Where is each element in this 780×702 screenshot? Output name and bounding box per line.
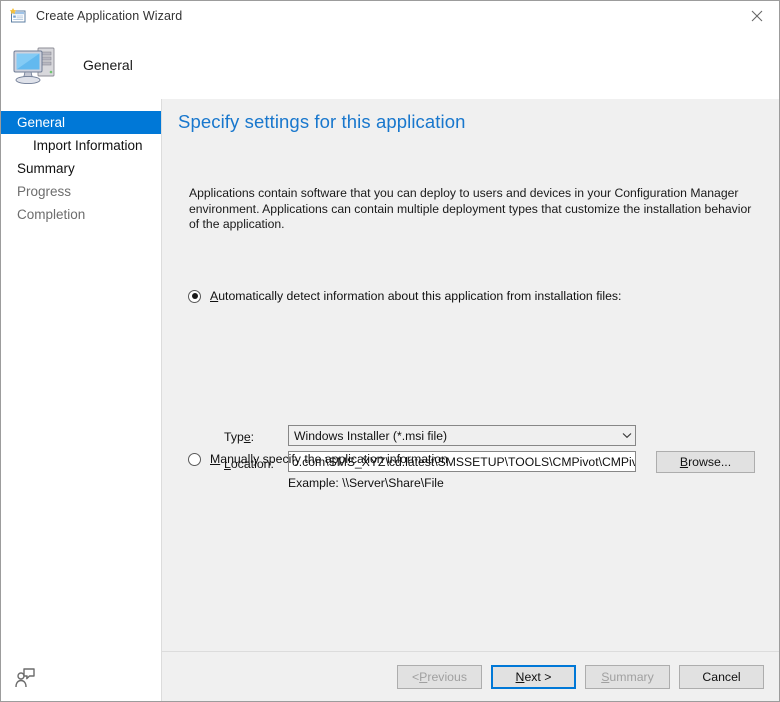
summary-button: Summary [585, 665, 670, 689]
accel-char: A [210, 289, 219, 303]
page-title: Specify settings for this application [178, 111, 466, 132]
next-button[interactable]: Next > [491, 665, 576, 689]
create-application-wizard-window: Create Application Wizard General Genera… [0, 0, 780, 702]
label-rest: rowse... [688, 455, 732, 469]
radio-auto-detect-label: Automatically detect information about t… [210, 289, 621, 303]
radio-auto-detect[interactable]: Automatically detect information about t… [188, 289, 621, 303]
radio-manual-specify[interactable]: Manually specify the application informa… [188, 452, 448, 466]
label-rest: anually specify the application informat… [220, 452, 448, 466]
computer-icon [11, 42, 61, 88]
label-post: : [250, 430, 255, 444]
type-label: Type: [224, 430, 254, 444]
type-dropdown-value: Windows Installer (*.msi file) [294, 428, 448, 443]
radio-auto-detect-indicator[interactable] [188, 289, 201, 303]
label-rest: utomatically detect information about th… [218, 289, 622, 303]
label-pre: Typ [224, 430, 244, 444]
cancel-button[interactable]: Cancel [679, 665, 764, 689]
window-title: Create Application Wizard [36, 9, 183, 23]
sidebar-item-completion: Completion [17, 207, 86, 222]
accel-char: P [419, 670, 428, 684]
label-pre: Cancel [702, 670, 741, 684]
label-pre: < [411, 670, 420, 684]
accel-char: M [210, 452, 221, 466]
browse-button[interactable]: Browse... [656, 451, 755, 473]
wizard-step-nav: General Import Information Summary Progr… [1, 99, 162, 701]
wizard-body: General Import Information Summary Progr… [1, 99, 779, 701]
wizard-header: General [1, 31, 779, 99]
accel-char: S [601, 670, 610, 684]
footer-button-group: < Previous Next > Summary Cancel [397, 665, 764, 689]
header-step-title: General [83, 57, 133, 73]
previous-button: < Previous [397, 665, 482, 689]
label-rest: ext > [524, 670, 552, 684]
chevron-down-icon[interactable] [618, 432, 635, 439]
close-icon[interactable] [734, 1, 779, 31]
sidebar-item-summary[interactable]: Summary [1, 157, 161, 180]
radio-manual-specify-label: Manually specify the application informa… [210, 452, 448, 466]
sidebar-item-progress: Progress [17, 184, 72, 199]
feedback-person-icon[interactable] [13, 666, 37, 690]
wizard-window-icon [9, 7, 27, 25]
location-example-hint: Example: \\Server\Share\File [288, 476, 444, 490]
sidebar-item-import-information[interactable]: Import Information [1, 134, 161, 157]
accel-char: B [679, 455, 689, 469]
wizard-footer: < Previous Next > Summary Cancel [162, 651, 779, 701]
accel-char: N [515, 670, 525, 684]
label-rest: revious [427, 670, 468, 684]
title-bar: Create Application Wizard [1, 1, 779, 31]
sidebar-item-general[interactable]: General [1, 111, 161, 134]
label-rest: ummary [609, 670, 654, 684]
type-dropdown[interactable]: Windows Installer (*.msi file) [288, 425, 636, 446]
radio-manual-specify-indicator[interactable] [188, 452, 201, 466]
wizard-main-panel: Specify settings for this application Ap… [162, 99, 779, 701]
page-description: Applications contain software that you c… [189, 186, 752, 231]
accel-char: e [243, 430, 251, 444]
